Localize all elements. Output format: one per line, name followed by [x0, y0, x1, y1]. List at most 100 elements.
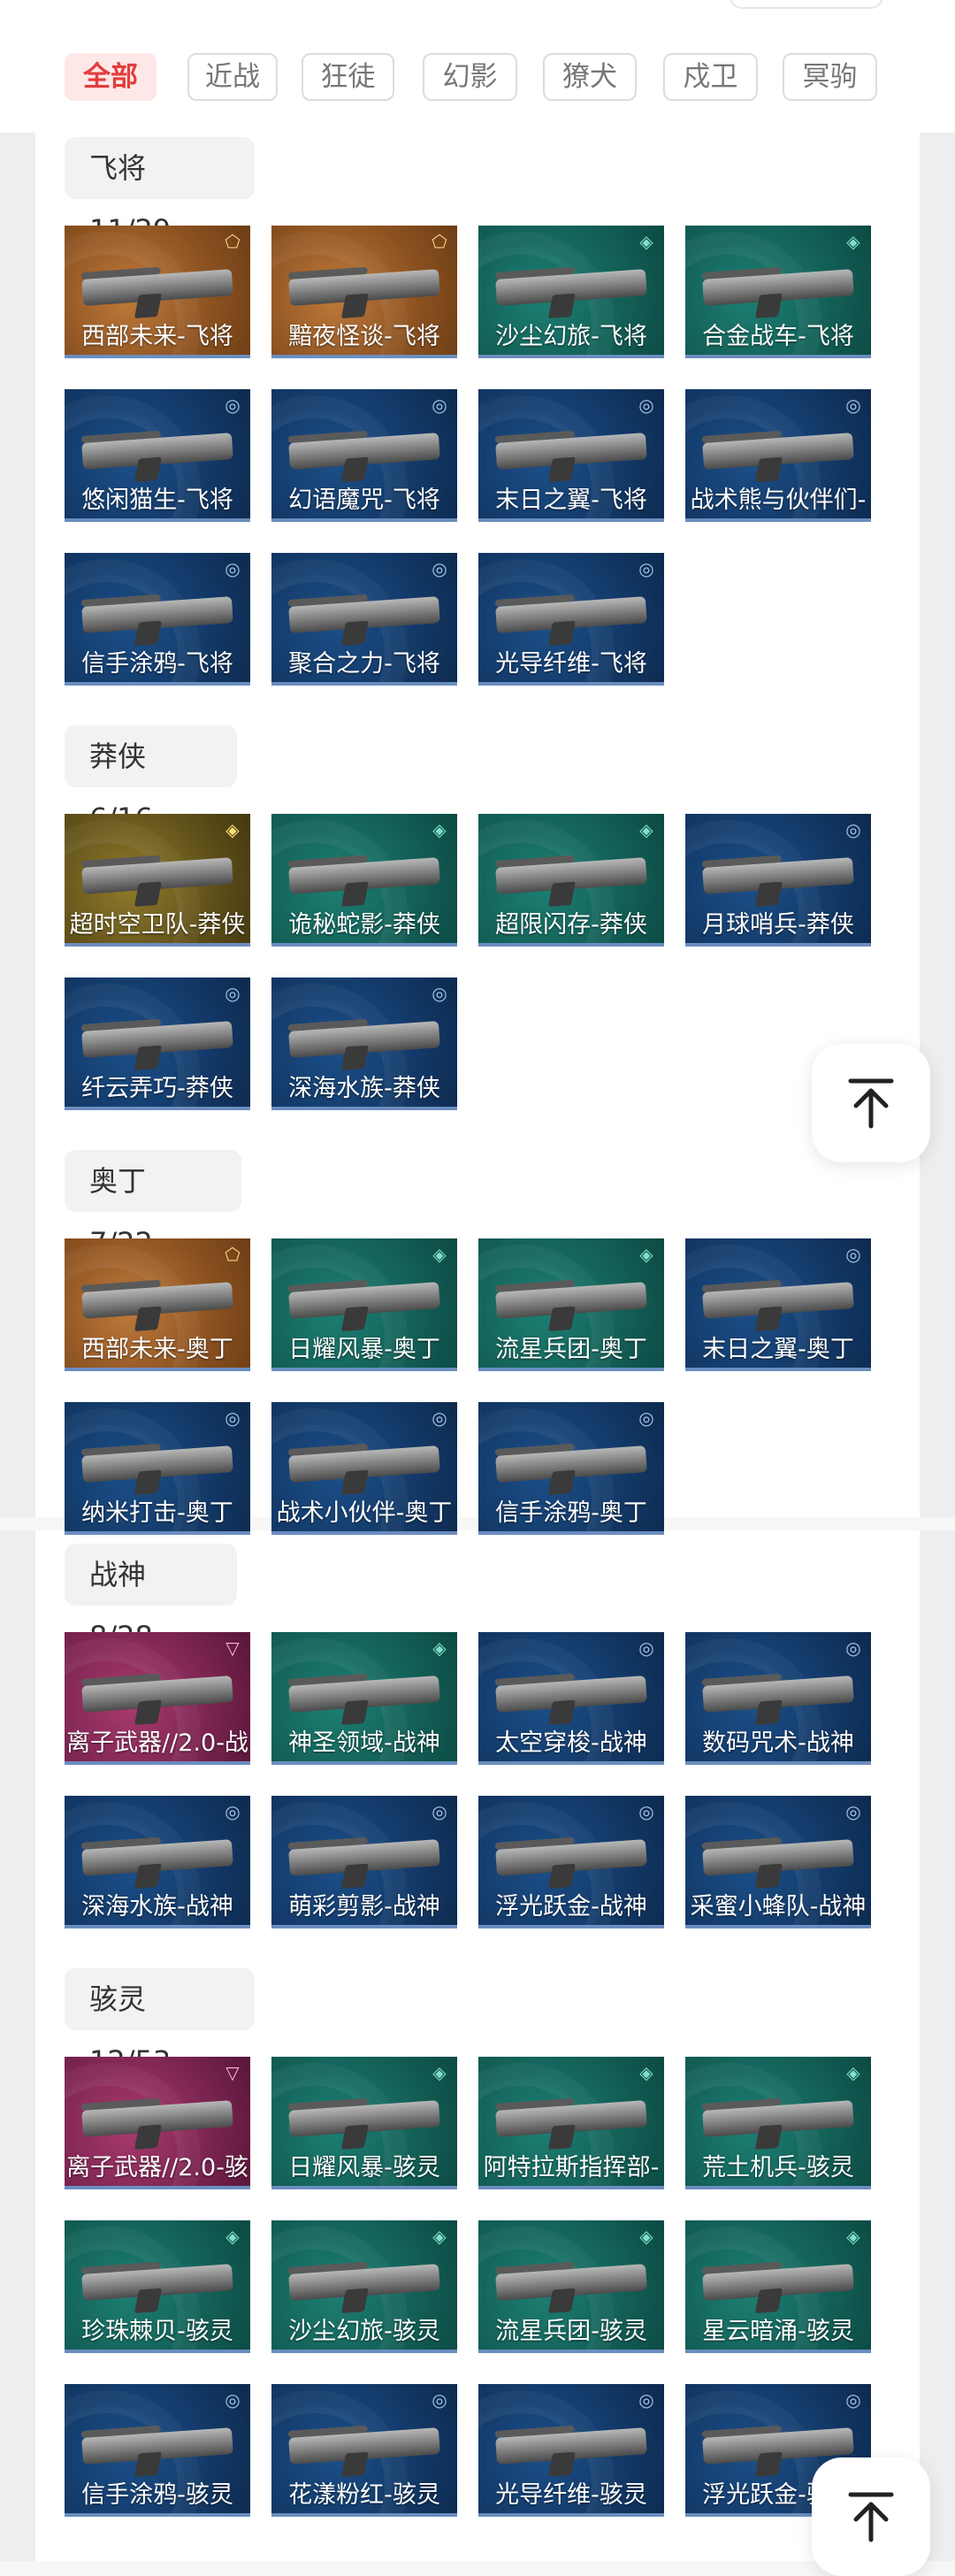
- back-to-top-button[interactable]: [812, 1044, 930, 1162]
- weapon-image: [288, 596, 440, 633]
- weapon-image: [288, 1282, 440, 1319]
- skin-card[interactable]: ◎ 末日之翼-飞将: [478, 389, 664, 522]
- skin-card[interactable]: ◎ 信手涂鸦-飞将: [65, 553, 250, 686]
- circle-icon: ◎: [845, 2389, 861, 2411]
- skin-name: 战术小伙伴-奥丁: [276, 1499, 453, 1527]
- skin-card[interactable]: ◎ 月球哨兵-莽侠: [685, 814, 871, 947]
- weapon-image: [288, 1839, 440, 1876]
- skin-name: 西部未来-飞将: [81, 323, 233, 350]
- weapon-image: [495, 857, 647, 894]
- weapon-image: [495, 2427, 647, 2465]
- weapon-image: [288, 2427, 440, 2465]
- skin-card[interactable]: ◎ 太空穿梭-战神: [478, 1632, 664, 1765]
- skin-card[interactable]: ◈ 星云暗涌-骇灵: [685, 2220, 871, 2353]
- skin-name: 光导纤维-飞将: [495, 650, 647, 678]
- triangle-icon: ▽: [225, 1637, 240, 1659]
- skin-name: 西部未来-奥丁: [81, 1336, 233, 1363]
- skin-name: 光导纤维-骇灵: [495, 2481, 647, 2509]
- skin-card[interactable]: ◎ 光导纤维-飞将: [478, 553, 664, 686]
- skin-card[interactable]: ◎ 萌彩剪影-战神: [271, 1796, 457, 1928]
- skin-card[interactable]: ◈ 阿特拉斯指挥部-: [478, 2057, 664, 2189]
- tab-category[interactable]: 戍卫: [663, 53, 758, 101]
- skin-name: 信手涂鸦-奥丁: [495, 1499, 647, 1527]
- circle-icon: ◎: [225, 983, 241, 1004]
- skin-card[interactable]: ◎ 纤云弄巧-莽侠: [65, 978, 250, 1110]
- skin-card[interactable]: ⬠ 西部未来-飞将: [65, 226, 250, 358]
- weapon-image: [288, 1445, 440, 1483]
- circle-icon: ◎: [432, 1801, 447, 1822]
- pentagon-icon: ⬠: [225, 1244, 241, 1265]
- weapon-image: [495, 2100, 647, 2137]
- skin-card[interactable]: ◎ 花漾粉红-骇灵: [271, 2384, 457, 2517]
- skin-card[interactable]: ◎ 深海水族-莽侠: [271, 978, 457, 1110]
- skin-card[interactable]: ◎ 数码咒术-战神: [685, 1632, 871, 1765]
- skin-card[interactable]: ◎ 悠闲猫生-飞将: [65, 389, 250, 522]
- skin-card[interactable]: ◈ 沙尘幻旅-骇灵: [271, 2220, 457, 2353]
- circle-icon: ◎: [225, 2389, 241, 2411]
- circle-icon: ◎: [638, 558, 654, 579]
- skin-card[interactable]: ◈ 合金战车-飞将: [685, 226, 871, 358]
- circle-icon: ◎: [432, 558, 447, 579]
- weapon-image: [702, 1675, 854, 1713]
- circle-icon: ◎: [845, 1244, 861, 1265]
- weapon-image: [288, 2264, 440, 2301]
- weapon-image: [288, 857, 440, 894]
- circle-icon: ◎: [225, 395, 241, 416]
- tab-category[interactable]: 獠犬: [543, 53, 637, 101]
- skin-name: 深海水族-战神: [81, 1893, 233, 1920]
- skin-card[interactable]: ◈ 珍珠棘贝-骇灵: [65, 2220, 250, 2353]
- weapon-image: [81, 857, 233, 894]
- skin-card[interactable]: ◈ 荒土机兵-骇灵: [685, 2057, 871, 2189]
- skin-card[interactable]: ◈ 超时空卫队-莽侠: [65, 814, 250, 947]
- weapon-image: [495, 1839, 647, 1876]
- skin-name: 超时空卫队-莽侠: [69, 911, 246, 939]
- weapon-image: [288, 1675, 440, 1713]
- tab-category[interactable]: 近战: [187, 53, 278, 101]
- tab-category[interactable]: 冥驹: [783, 53, 877, 101]
- skin-name: 离子武器//2.0-战: [66, 1729, 248, 1757]
- skin-name: 神圣领域-战神: [288, 1729, 440, 1757]
- back-to-top-button-secondary[interactable]: [812, 2457, 930, 2576]
- skin-name: 荒土机兵-骇灵: [702, 2154, 854, 2181]
- skin-card[interactable]: ◎ 信手涂鸦-奥丁: [478, 1402, 664, 1535]
- weapon-image: [495, 596, 647, 633]
- skin-card[interactable]: ◈ 流星兵团-奥丁: [478, 1238, 664, 1371]
- tab-all[interactable]: 全部: [65, 53, 157, 101]
- tab-category[interactable]: 幻影: [423, 53, 517, 101]
- skin-card[interactable]: ◎ 幻语魔咒-飞将: [271, 389, 457, 522]
- skin-card[interactable]: ◈ 流星兵团-骇灵: [478, 2220, 664, 2353]
- skin-card[interactable]: ▽ 离子武器//2.0-战: [65, 1632, 250, 1765]
- skin-card[interactable]: ◎ 战术小伙伴-奥丁: [271, 1402, 457, 1535]
- skin-card[interactable]: ◎ 深海水族-战神: [65, 1796, 250, 1928]
- skin-name: 数码咒术-战神: [702, 1729, 854, 1757]
- skin-card[interactable]: ◎ 末日之翼-奥丁: [685, 1238, 871, 1371]
- triangle-icon: ▽: [225, 2062, 240, 2083]
- weapon-image: [81, 2100, 233, 2137]
- weapon-image: [81, 1839, 233, 1876]
- skin-card[interactable]: ◈ 日耀风暴-骇灵: [271, 2057, 457, 2189]
- skin-card[interactable]: ◎ 浮光跃金-战神: [478, 1796, 664, 1928]
- skin-card[interactable]: ◈ 诡秘蛇影-莽侠: [271, 814, 457, 947]
- skin-card[interactable]: ⬠ 西部未来-奥丁: [65, 1238, 250, 1371]
- skin-card[interactable]: ◈ 超限闪存-莽侠: [478, 814, 664, 947]
- skin-card[interactable]: ◈ 日耀风暴-奥丁: [271, 1238, 457, 1371]
- pentagon-icon: ⬠: [225, 231, 241, 252]
- skin-card[interactable]: ◈ 神圣领域-战神: [271, 1632, 457, 1765]
- section-header: 骇灵 12/53: [65, 1968, 255, 2078]
- skin-card[interactable]: ◎ 纳米打击-奥丁: [65, 1402, 250, 1535]
- skin-card[interactable]: ⬠ 黯夜怪谈-飞将: [271, 226, 457, 358]
- skin-card[interactable]: ◈ 沙尘幻旅-飞将: [478, 226, 664, 358]
- skin-card[interactable]: ◎ 光导纤维-骇灵: [478, 2384, 664, 2517]
- diamond-icon: ◈: [432, 1637, 447, 1659]
- skin-name: 纳米打击-奥丁: [81, 1499, 233, 1527]
- skin-card[interactable]: ◎ 战术熊与伙伴们-: [685, 389, 871, 522]
- skin-name: 末日之翼-奥丁: [702, 1336, 854, 1363]
- weapon-image: [495, 433, 647, 470]
- skin-card[interactable]: ◎ 信手涂鸦-骇灵: [65, 2384, 250, 2517]
- circle-icon: ◎: [638, 2389, 654, 2411]
- skin-card[interactable]: ◎ 聚合之力-飞将: [271, 553, 457, 686]
- skin-card[interactable]: ◎ 采蜜小蜂队-战神: [685, 1796, 871, 1928]
- weapon-image: [495, 2264, 647, 2301]
- skin-card[interactable]: ▽ 离子武器//2.0-骇: [65, 2057, 250, 2189]
- tab-category[interactable]: 狂徒: [302, 53, 394, 101]
